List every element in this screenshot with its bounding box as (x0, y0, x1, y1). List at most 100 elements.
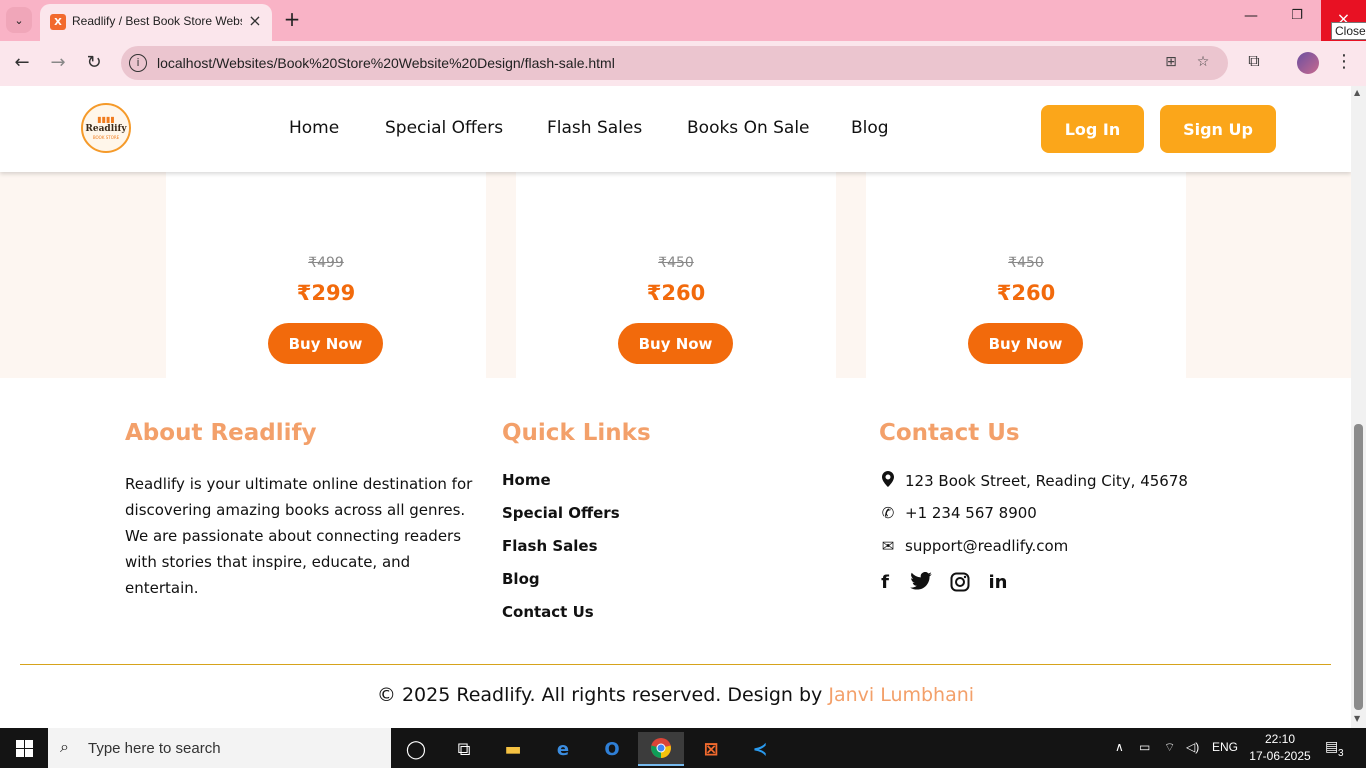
phone-icon: ✆ (881, 504, 895, 522)
url-text[interactable]: localhost/Websites/Book%20Store%20Websit… (157, 55, 615, 71)
reload-button[interactable]: ↻ (82, 51, 106, 75)
windows-taskbar: ⌕ Type here to search ◯ ⧉ ▬ e O ⊠ ≺ ∧ ▭ … (0, 728, 1366, 768)
cortana-icon[interactable]: ◯ (393, 732, 439, 766)
translate-icon[interactable]: ⊞ (1161, 54, 1181, 72)
scroll-down-arrow-icon[interactable]: ▼ (1354, 714, 1360, 723)
search-icon: ⌕ (60, 737, 69, 756)
copyright-text: © 2025 Readlify. All rights reserved. De… (0, 684, 1351, 706)
footer-link-home[interactable]: Home (502, 471, 551, 489)
twitter-icon[interactable] (909, 571, 933, 596)
facebook-icon[interactable]: f (873, 572, 897, 596)
page-scrollbar[interactable]: ▲ ▼ (1351, 86, 1366, 728)
tab-title: Readlify / Best Book Store Website (72, 14, 242, 28)
phone-text: +1 234 567 8900 (905, 504, 1037, 522)
footer-link-blog[interactable]: Blog (502, 570, 540, 588)
scrollbar-thumb[interactable] (1354, 424, 1363, 710)
browser-menu-icon[interactable]: ⋮ (1335, 52, 1353, 74)
flash-sale-section: ₹499 ₹299 Buy Now ₹450 ₹260 Buy Now ₹450… (0, 152, 1351, 404)
forward-button[interactable]: → (46, 51, 70, 75)
nav-special-offers[interactable]: Special Offers (385, 118, 503, 138)
xampp-icon[interactable]: ⊠ (688, 732, 734, 766)
tray-chevron-icon[interactable]: ∧ (1115, 740, 1124, 754)
back-button[interactable]: ← (10, 51, 34, 75)
new-tab-button[interactable]: + (280, 8, 304, 32)
old-price: ₹499 (308, 255, 344, 271)
sale-price: ₹299 (296, 281, 356, 305)
sale-price: ₹260 (996, 281, 1056, 305)
clock[interactable]: 22:10 17-06-2025 (1248, 731, 1312, 765)
book-card: ₹450 ₹260 Buy Now (516, 152, 836, 404)
browser-toolbar: ← → ↻ i localhost/Websites/Book%20Store%… (0, 41, 1366, 86)
designer-name: Janvi Lumbhani (828, 684, 975, 706)
xampp-favicon-icon: X (50, 14, 66, 30)
close-tooltip: Close (1331, 22, 1366, 40)
linkedin-icon[interactable]: in (986, 572, 1010, 596)
instagram-icon[interactable] (948, 572, 972, 596)
outlook-icon[interactable]: O (589, 732, 635, 766)
book-card: ₹499 ₹299 Buy Now (166, 152, 486, 404)
buy-now-button[interactable]: Buy Now (268, 323, 383, 364)
site-header: ▮▮▮▮ Readlify BOOK STORE Home Special Of… (0, 86, 1351, 172)
scroll-up-arrow-icon[interactable]: ▲ (1354, 88, 1360, 97)
readlify-logo[interactable]: ▮▮▮▮ Readlify BOOK STORE (81, 103, 131, 153)
contact-address: 123 Book Street, Reading City, 45678 (879, 471, 1188, 491)
book-card: ₹450 ₹260 Buy Now (866, 152, 1186, 404)
logo-subtext: BOOK STORE (92, 134, 120, 140)
email-text[interactable]: support@readlify.com (905, 537, 1068, 555)
bookmark-star-icon[interactable]: ☆ (1193, 54, 1213, 72)
notification-count: 3 (1338, 748, 1344, 759)
page-viewport: ▮▮▮▮ Readlify BOOK STORE Home Special Of… (0, 86, 1351, 728)
tab-search-dropdown-icon[interactable]: ⌄ (6, 7, 32, 33)
logo-text: Readlify (85, 123, 127, 134)
nav-blog[interactable]: Blog (851, 118, 889, 138)
search-placeholder: Type here to search (88, 740, 221, 757)
address-bar[interactable]: i localhost/Websites/Book%20Store%20Webs… (121, 46, 1228, 80)
profile-avatar[interactable] (1297, 52, 1319, 74)
footer-link-special-offers[interactable]: Special Offers (502, 504, 620, 522)
about-text: Readlify is your ultimate online destina… (125, 475, 473, 597)
old-price: ₹450 (658, 255, 694, 271)
volume-icon[interactable]: ◁) (1186, 740, 1199, 754)
task-view-icon[interactable]: ⧉ (441, 732, 487, 766)
browser-tab-strip: ⌄ X Readlify / Best Book Store Website ×… (0, 0, 1366, 41)
copyright-label: © 2025 Readlify. All rights reserved. De… (376, 684, 829, 706)
browser-tab-active[interactable]: X Readlify / Best Book Store Website × (40, 4, 272, 41)
nav-home[interactable]: Home (289, 118, 339, 138)
signup-button[interactable]: Sign Up (1160, 105, 1276, 153)
power-status-icon[interactable]: ▭ (1139, 740, 1150, 754)
minimize-window-button[interactable]: — (1240, 8, 1262, 32)
old-price: ₹450 (1008, 255, 1044, 271)
windows-start-icon[interactable] (0, 728, 48, 768)
address-text: 123 Book Street, Reading City, 45678 (905, 472, 1188, 490)
clock-date: 17-06-2025 (1249, 749, 1311, 763)
language-indicator[interactable]: ENG (1212, 740, 1238, 754)
buy-now-button[interactable]: Buy Now (618, 323, 733, 364)
contact-heading: Contact Us (879, 420, 1020, 446)
notifications-icon[interactable]: ▤ (1325, 738, 1338, 755)
vscode-icon[interactable]: ≺ (737, 732, 783, 766)
file-explorer-icon[interactable]: ▬ (490, 732, 536, 766)
footer-divider (20, 664, 1331, 665)
quick-links-heading: Quick Links (502, 420, 651, 446)
taskbar-search-box[interactable]: ⌕ Type here to search (48, 728, 391, 768)
restore-window-button[interactable]: ❐ (1286, 8, 1308, 32)
login-button[interactable]: Log In (1041, 105, 1144, 153)
edge-browser-icon[interactable]: e (540, 732, 586, 766)
buy-now-button[interactable]: Buy Now (968, 323, 1083, 364)
about-heading: About Readlify (125, 420, 317, 446)
chrome-icon[interactable] (638, 732, 684, 766)
wifi-icon[interactable]: ⌔ (1164, 740, 1175, 755)
contact-phone: ✆ +1 234 567 8900 (879, 504, 1037, 522)
site-info-icon[interactable]: i (129, 54, 147, 72)
map-pin-icon (879, 471, 897, 491)
nav-flash-sales[interactable]: Flash Sales (547, 118, 642, 138)
footer-link-flash-sales[interactable]: Flash Sales (502, 537, 598, 555)
tab-close-icon[interactable]: × (246, 12, 264, 30)
books-logo-icon: ▮▮▮▮ (97, 114, 115, 124)
extensions-icon[interactable]: ⧉ (1243, 51, 1265, 73)
clock-time: 22:10 (1264, 732, 1296, 746)
footer-link-contact[interactable]: Contact Us (502, 603, 594, 621)
site-footer: About Readlify Readlify is your ultimate… (0, 378, 1351, 728)
nav-books-on-sale[interactable]: Books On Sale (687, 118, 810, 138)
envelope-icon: ✉ (881, 537, 895, 555)
